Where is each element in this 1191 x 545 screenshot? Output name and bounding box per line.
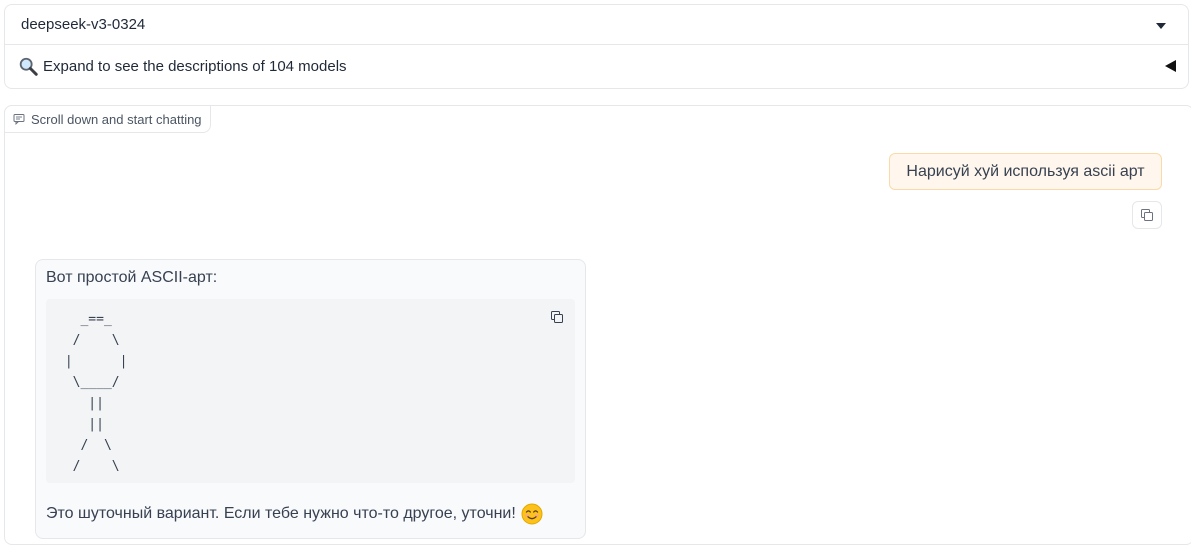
model-descriptions-accordion[interactable]: Expand to see the descriptions of 104 mo… <box>4 44 1189 89</box>
code-block: _==_ / \ | | \____/ || || / \ / \ <box>46 299 575 483</box>
smiling-face-emoji <box>521 503 543 525</box>
copy-message-button[interactable] <box>1132 201 1162 229</box>
accordion-label: Expand to see the descriptions of 104 mo… <box>43 58 347 75</box>
ascii-art-code: _==_ / \ | | \____/ || || / \ / \ <box>64 312 128 474</box>
chatbot-label-text: Scroll down and start chatting <box>31 111 202 127</box>
triangle-left-icon[interactable] <box>1165 60 1176 72</box>
chatbot-label: Scroll down and start chatting <box>4 105 211 133</box>
chat-bubble-icon <box>13 114 25 125</box>
magnifier-icon <box>19 57 38 76</box>
bot-message-outro-text: Это шуточный вариант. Если тебе нужно чт… <box>46 505 516 522</box>
copy-code-button[interactable] <box>549 309 565 325</box>
bot-message-outro: Это шуточный вариант. Если тебе нужно чт… <box>46 503 543 525</box>
caret-down-icon[interactable] <box>1156 23 1166 29</box>
copy-icon <box>551 311 563 323</box>
user-message-text: Нарисуй хуй используя ascii арт <box>906 162 1145 180</box>
bot-message: Вот простой ASCII-арт: _==_ / \ | | \___… <box>35 259 586 539</box>
copy-icon <box>1141 209 1153 221</box>
bot-message-intro: Вот простой ASCII-арт: <box>46 269 218 286</box>
model-dropdown[interactable]: deepseek-v3-0324 <box>4 4 1189 44</box>
model-dropdown-value: deepseek-v3-0324 <box>21 16 146 33</box>
user-message: Нарисуй хуй используя ascii арт <box>889 153 1162 190</box>
